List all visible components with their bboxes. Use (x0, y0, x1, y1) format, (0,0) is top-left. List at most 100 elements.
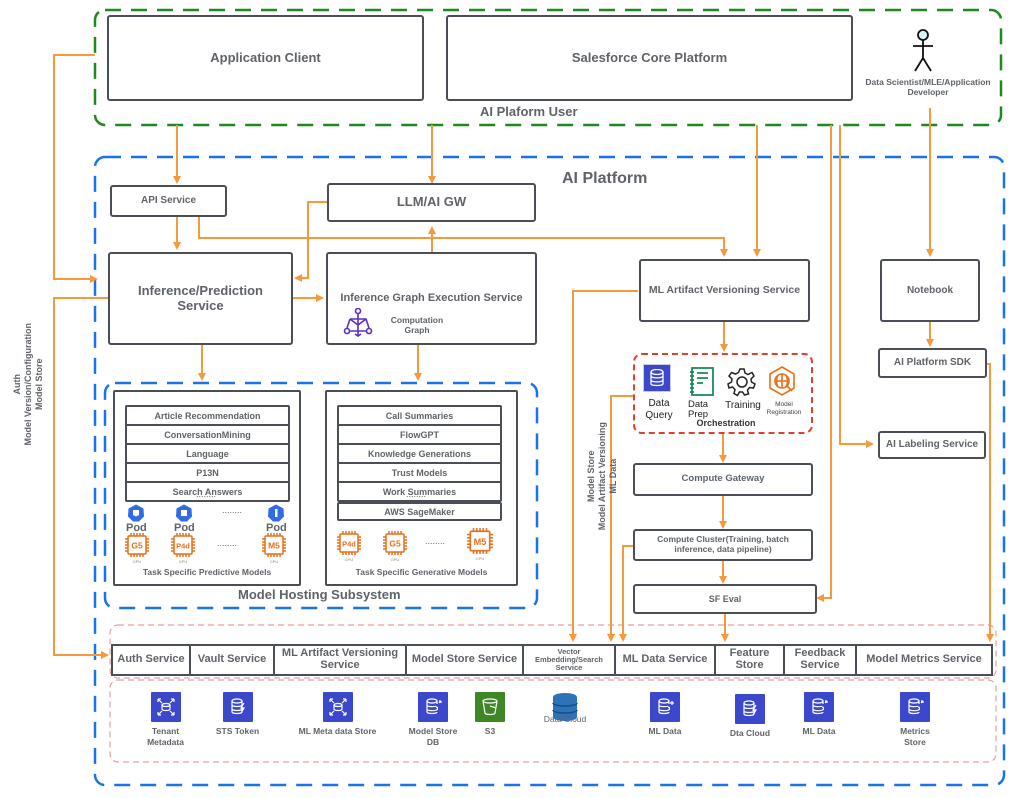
llm-ai-gw-box[interactable]: LLM/AI GW (327, 183, 536, 222)
chip-m5: M5 CPU (261, 532, 287, 564)
database-icon (643, 364, 671, 392)
ml-artifact-versioning-label: ML Artifact Versioning Service (648, 284, 801, 297)
model-metrics-service[interactable]: Model Metrics Service (857, 646, 991, 674)
store-label: ML Data (648, 726, 682, 736)
svg-text:G5: G5 (131, 541, 143, 551)
service-layer: Auth Service Vault Service ML Artifact V… (111, 644, 993, 676)
compute-cluster-box[interactable]: Compute Cluster(Training, batch inferenc… (633, 529, 813, 561)
inference-prediction-box[interactable]: Inference/Prediction Service (108, 252, 293, 345)
predictive-model-item[interactable]: P13N (127, 464, 288, 483)
store-sts-token[interactable]: STS Token (210, 692, 265, 737)
data-query-label: Data Query (645, 398, 673, 421)
svg-text:G5: G5 (389, 539, 401, 549)
chip-sub-label: CPU (475, 556, 485, 561)
notebook-label: Notebook (906, 284, 954, 296)
generative-models-list: Call Summaries FlowGPT Knowledge Generat… (337, 405, 502, 502)
compute-cluster-label: Compute Cluster(Training, batch inferenc… (657, 534, 789, 554)
api-service-label: API Service (140, 195, 197, 207)
llm-ai-gw-label: LLM/AI GW (396, 194, 467, 210)
middle-label-artifact-versioning: Model Artifact Versioning (596, 422, 607, 531)
aws-sagemaker-label: AWS SageMaker (384, 506, 455, 517)
store-label: Dta Cloud (729, 728, 771, 738)
generative-ellipsis: ........ (406, 489, 427, 499)
chip-icon: M5 (467, 528, 493, 554)
store-s3[interactable]: S3 (470, 692, 510, 737)
application-client-box[interactable]: Application Client (107, 15, 424, 101)
ai-labeling-service-box[interactable]: AI Labeling Service (878, 431, 986, 459)
salesforce-core-label: Salesforce Core Platform (571, 49, 728, 65)
orchestration-title: Orchestration (696, 418, 756, 428)
chip-p4d: P4d GPU (170, 532, 196, 564)
api-service-box[interactable]: API Service (110, 185, 227, 217)
left-side-label: Auth Model Version/Configuration Model S… (12, 314, 44, 454)
ml-data-icon (804, 692, 834, 722)
notebook-box[interactable]: Notebook (880, 259, 980, 322)
store-data-cloud[interactable]: Data Cloud (540, 692, 590, 725)
ai-platform-sdk-box[interactable]: AI Platform SDK (878, 348, 987, 378)
generative-model-item[interactable]: Call Summaries (339, 407, 500, 426)
pod-icon (176, 504, 193, 522)
gear-icon (727, 367, 757, 397)
chip-sub-label: GPU (178, 559, 188, 564)
predictive-ellipsis: ........ (196, 489, 217, 499)
store-metrics[interactable]: Metrics Store (890, 692, 940, 748)
store-tenant-metadata[interactable]: Tenant Metadata (138, 692, 193, 748)
generative-model-item[interactable]: Knowledge Generations (339, 445, 500, 464)
ml-data-icon (650, 692, 680, 722)
actor-label: Data Scientist/MLE/Application Developer (865, 77, 991, 97)
sf-eval-box[interactable]: SF Eval (633, 584, 817, 614)
predictive-model-item[interactable]: Article Recommendation (127, 407, 288, 426)
chip-g5: G5 GPU (382, 530, 408, 562)
svg-text:M5: M5 (268, 541, 280, 551)
predictive-model-item[interactable]: Language (127, 445, 288, 464)
vault-service[interactable]: Vault Service (191, 646, 275, 674)
ml-data-service[interactable]: ML Data Service (616, 646, 716, 674)
pod-1: Pod (126, 504, 147, 534)
left-label-auth: Auth (11, 373, 22, 395)
model-registration-icon (768, 366, 796, 396)
ml-artifact-versioning-box[interactable]: ML Artifact Versioning Service (639, 259, 810, 322)
person-icon (906, 27, 940, 77)
predictive-models-title: Task Specific Predictive Models (142, 567, 272, 577)
chip-icon: G5 (125, 533, 149, 557)
chip-icon: M5 (262, 533, 286, 557)
pod-3: Pod (266, 504, 287, 534)
feedback-service[interactable]: Feedback Service (785, 646, 857, 674)
store-ml-data-2[interactable]: ML Data (794, 692, 844, 737)
feature-store[interactable]: Feature Store (716, 646, 785, 674)
model-store-db-icon (418, 692, 448, 722)
store-label: Metrics Store (900, 726, 930, 748)
store-ml-metadata[interactable]: ML Meta data Store (290, 692, 385, 737)
pods-ellipsis: ........ (222, 505, 243, 515)
store-label: Data Cloud (543, 714, 587, 724)
aws-sagemaker-box[interactable]: AWS SageMaker (337, 502, 502, 521)
left-label-model-version: Model Version/Configuration (22, 322, 33, 446)
gen-chips-ellipsis: ........ (425, 536, 446, 546)
generative-model-item[interactable]: Trust Models (339, 464, 500, 483)
ai-platform-user-title: AI Plaform User (480, 104, 578, 119)
tenant-metadata-icon (150, 692, 181, 722)
store-label: Tenant Metadata (147, 726, 184, 748)
chip-p4d: P4d GPU (336, 530, 362, 562)
store-ml-data-1[interactable]: ML Data (640, 692, 690, 737)
middle-label-ml-data: ML Data (607, 458, 618, 494)
auth-service[interactable]: Auth Service (113, 646, 191, 674)
chip-sub-label: CPU (269, 559, 279, 564)
pod-icon (268, 504, 285, 522)
vector-embedding-search-service[interactable]: Vector Embedding/Search Service (524, 646, 616, 674)
salesforce-core-box[interactable]: Salesforce Core Platform (446, 15, 853, 101)
store-label: S3 (484, 726, 496, 736)
ml-artifact-versioning-service[interactable]: ML Artifact Versioning Service (275, 646, 407, 674)
ai-labeling-service-label: AI Labeling Service (885, 439, 979, 451)
notebook-icon (689, 367, 715, 397)
store-model-store-db[interactable]: Model Store DB (408, 692, 458, 748)
ai-platform-sdk-label: AI Platform SDK (893, 357, 972, 369)
connector-sf-to-sf-eval (816, 125, 832, 602)
store-dta-cloud[interactable]: Dta Cloud (725, 694, 775, 739)
model-store-service[interactable]: Model Store Service (407, 646, 524, 674)
predictive-model-item[interactable]: ConversationMining (127, 426, 288, 445)
compute-gateway-box[interactable]: Compute Gateway (633, 463, 813, 496)
generative-model-item[interactable]: FlowGPT (339, 426, 500, 445)
ai-platform-title: AI Platform (562, 170, 648, 187)
chip-sub-label: GPU (344, 557, 354, 562)
